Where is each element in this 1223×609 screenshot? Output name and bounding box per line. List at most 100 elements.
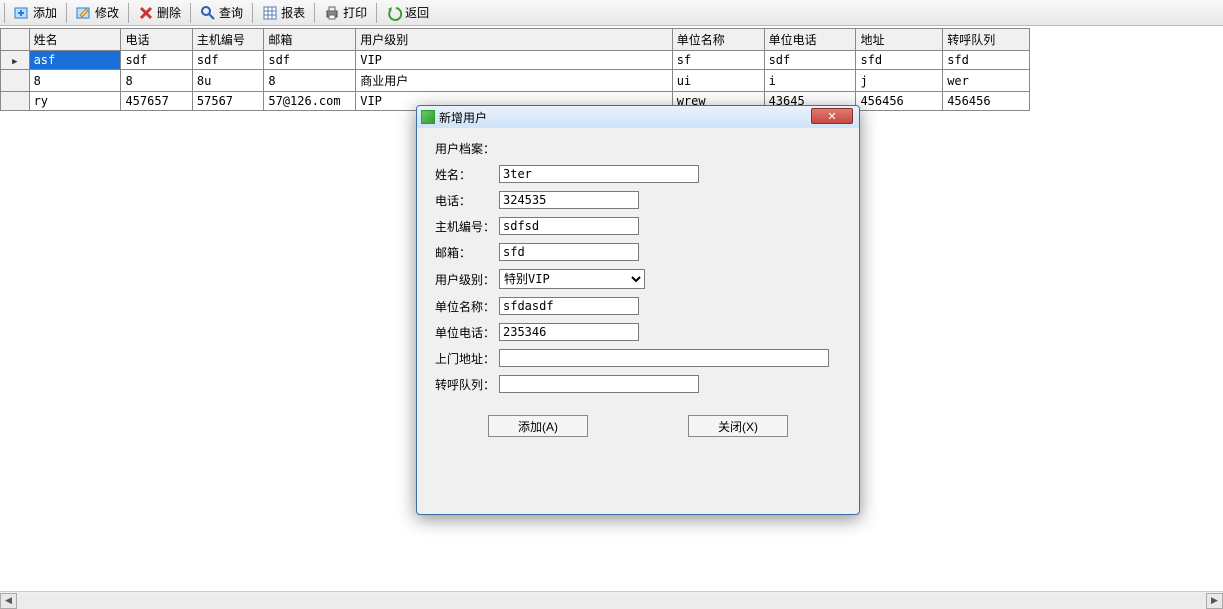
dialog-body: 用户档案： 姓名： 电话： 主机编号： 邮箱： 用户级别： 特别VIP 单位名称… — [417, 128, 859, 445]
orgphone-field[interactable] — [499, 323, 639, 341]
cell-addr[interactable]: sfd — [856, 51, 943, 70]
cell-queue[interactable]: wer — [943, 70, 1030, 92]
col-level[interactable]: 用户级别 — [356, 29, 672, 51]
grid-header-row: 姓名 电话 主机编号 邮箱 用户级别 单位名称 单位电话 地址 转呼队列 — [1, 29, 1030, 51]
queue-field[interactable] — [499, 375, 699, 393]
cell-name[interactable]: 8 — [29, 70, 121, 92]
row-header[interactable] — [1, 92, 30, 111]
add-button[interactable]: 添加 — [7, 1, 64, 24]
host-label: 主机编号： — [435, 218, 499, 235]
back-label: 返回 — [405, 4, 429, 21]
dialog-titlebar[interactable]: 新增用户 ✕ — [417, 106, 859, 128]
delete-label: 删除 — [157, 4, 181, 21]
delete-button[interactable]: 删除 — [131, 1, 188, 24]
cell-name[interactable]: asf — [29, 51, 121, 70]
cell-org[interactable]: ui — [672, 70, 764, 92]
dialog-close-button[interactable]: 关闭(X) — [688, 415, 788, 437]
dialog-section-title: 用户档案： — [435, 140, 841, 157]
toolbar-separator — [314, 3, 315, 23]
level-select[interactable]: 特别VIP — [499, 269, 645, 289]
cell-phone[interactable]: 457657 — [121, 92, 192, 111]
cell-name[interactable]: ry — [29, 92, 121, 111]
addr-label: 上门地址： — [435, 350, 499, 367]
cell-orgphone[interactable]: sdf — [764, 51, 856, 70]
phone-field[interactable] — [499, 191, 639, 209]
cell-mail[interactable]: 8 — [264, 70, 356, 92]
query-label: 查询 — [219, 4, 243, 21]
name-field[interactable] — [499, 165, 699, 183]
cell-level[interactable]: 商业用户 — [356, 70, 672, 92]
cell-addr[interactable]: 456456 — [856, 92, 943, 111]
edit-icon — [76, 5, 92, 21]
table-row[interactable]: 888u8商业用户uiijwer — [1, 70, 1030, 92]
cell-host[interactable]: sdf — [192, 51, 263, 70]
delete-icon — [138, 5, 154, 21]
toolbar-separator — [376, 3, 377, 23]
row-header[interactable] — [1, 51, 30, 70]
toolbar-separator — [4, 3, 5, 23]
dialog-add-button[interactable]: 添加(A) — [488, 415, 588, 437]
cell-mail[interactable]: 57@126.com — [264, 92, 356, 111]
addr-field[interactable] — [499, 349, 829, 367]
cell-mail[interactable]: sdf — [264, 51, 356, 70]
back-button[interactable]: 返回 — [379, 1, 436, 24]
data-grid-wrap: 姓名 电话 主机编号 邮箱 用户级别 单位名称 单位电话 地址 转呼队列 asf… — [0, 26, 1223, 111]
cell-level[interactable]: VIP — [356, 51, 672, 70]
table-row[interactable]: asfsdfsdfsdfVIPsfsdfsfdsfd — [1, 51, 1030, 70]
add-user-dialog: 新增用户 ✕ 用户档案： 姓名： 电话： 主机编号： 邮箱： 用户级别： 特别V… — [416, 105, 860, 515]
org-label: 单位名称： — [435, 298, 499, 315]
col-host[interactable]: 主机编号 — [192, 29, 263, 51]
name-label: 姓名： — [435, 166, 499, 183]
edit-button[interactable]: 修改 — [69, 1, 126, 24]
add-icon — [14, 5, 30, 21]
back-icon — [386, 5, 402, 21]
org-field[interactable] — [499, 297, 639, 315]
toolbar-separator — [190, 3, 191, 23]
cell-queue[interactable]: sfd — [943, 51, 1030, 70]
cell-host[interactable]: 57567 — [192, 92, 263, 111]
toolbar-separator — [66, 3, 67, 23]
toolbar-separator — [252, 3, 253, 23]
host-field[interactable] — [499, 217, 639, 235]
close-icon[interactable]: ✕ — [811, 108, 853, 124]
scroll-left-icon[interactable]: ◀ — [0, 593, 17, 609]
phone-label: 电话： — [435, 192, 499, 209]
cell-phone[interactable]: sdf — [121, 51, 192, 70]
row-header-blank — [1, 29, 30, 51]
cell-orgphone[interactable]: i — [764, 70, 856, 92]
col-queue[interactable]: 转呼队列 — [943, 29, 1030, 51]
toolbar-separator — [128, 3, 129, 23]
scroll-right-icon[interactable]: ▶ — [1206, 593, 1223, 609]
mail-field[interactable] — [499, 243, 639, 261]
query-button[interactable]: 查询 — [193, 1, 250, 24]
col-phone[interactable]: 电话 — [121, 29, 192, 51]
col-orgphone[interactable]: 单位电话 — [764, 29, 856, 51]
cell-phone[interactable]: 8 — [121, 70, 192, 92]
cell-host[interactable]: 8u — [192, 70, 263, 92]
col-addr[interactable]: 地址 — [856, 29, 943, 51]
add-label: 添加 — [33, 4, 57, 21]
report-icon — [262, 5, 278, 21]
app-icon — [421, 110, 435, 124]
queue-label: 转呼队列： — [435, 376, 499, 393]
print-icon — [324, 5, 340, 21]
data-grid[interactable]: 姓名 电话 主机编号 邮箱 用户级别 单位名称 单位电话 地址 转呼队列 asf… — [0, 28, 1030, 111]
col-mail[interactable]: 邮箱 — [264, 29, 356, 51]
report-button[interactable]: 报表 — [255, 1, 312, 24]
mail-label: 邮箱： — [435, 244, 499, 261]
cell-queue[interactable]: 456456 — [943, 92, 1030, 111]
orgphone-label: 单位电话： — [435, 324, 499, 341]
report-label: 报表 — [281, 4, 305, 21]
scroll-track[interactable] — [17, 593, 1206, 609]
row-header[interactable] — [1, 70, 30, 92]
cell-org[interactable]: sf — [672, 51, 764, 70]
level-label: 用户级别： — [435, 271, 499, 288]
cell-addr[interactable]: j — [856, 70, 943, 92]
horizontal-scrollbar[interactable]: ◀ ▶ — [0, 591, 1223, 609]
col-name[interactable]: 姓名 — [29, 29, 121, 51]
print-button[interactable]: 打印 — [317, 1, 374, 24]
edit-label: 修改 — [95, 4, 119, 21]
print-label: 打印 — [343, 4, 367, 21]
col-org[interactable]: 单位名称 — [672, 29, 764, 51]
dialog-title: 新增用户 — [439, 109, 487, 126]
